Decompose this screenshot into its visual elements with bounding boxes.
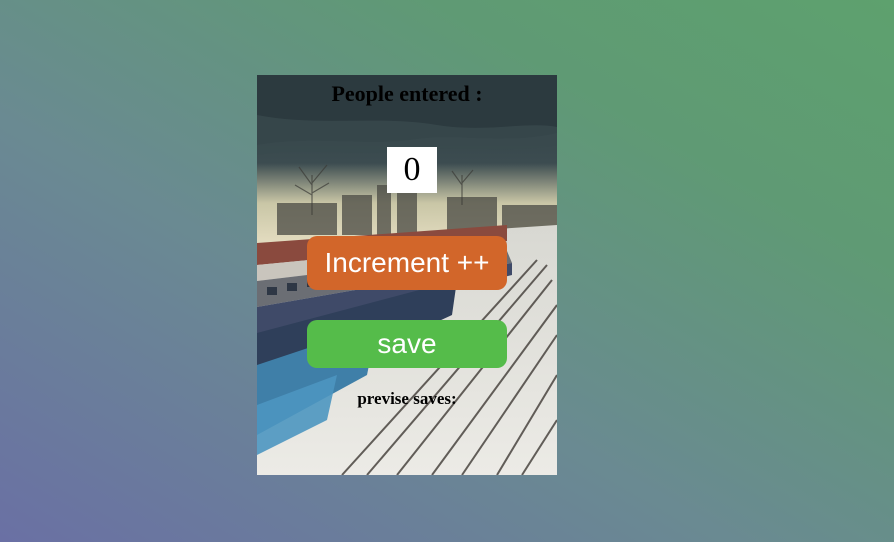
increment-button[interactable]: Increment ++ (307, 236, 507, 290)
people-count-display: 0 (387, 147, 437, 193)
save-button[interactable]: save (307, 320, 507, 368)
counter-card: People entered : 0 Increment ++ save pre… (257, 75, 557, 475)
previous-saves-label: previse saves: (357, 389, 457, 408)
people-entered-heading: People entered : (331, 81, 483, 106)
